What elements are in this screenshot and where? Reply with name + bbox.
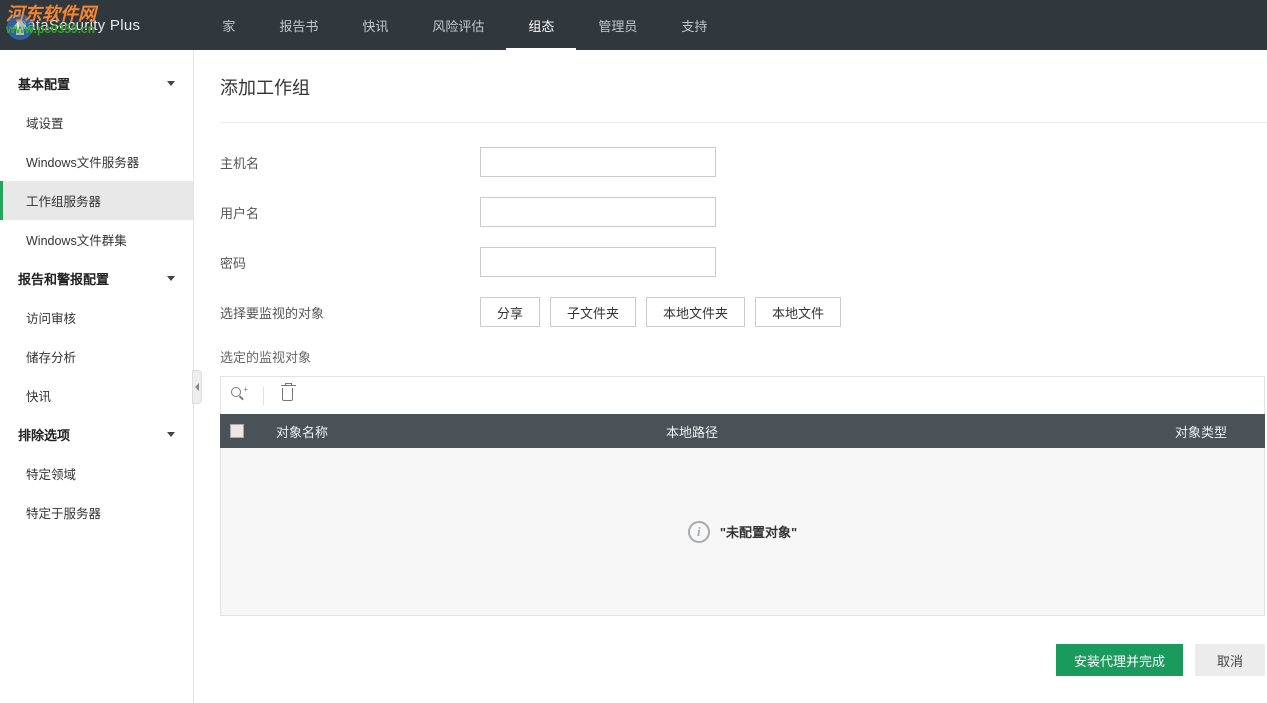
col-object-name: 对象名称 [266, 422, 666, 441]
obj-btn-subfolder[interactable]: 子文件夹 [550, 297, 636, 327]
sidebar-item-storage[interactable]: 储存分析 [0, 337, 193, 376]
divider [263, 387, 264, 405]
username-input[interactable] [480, 197, 716, 227]
sidebar-section-basic[interactable]: 基本配置 [0, 64, 193, 103]
info-icon: i [688, 521, 710, 543]
hostname-input[interactable] [480, 147, 716, 177]
object-type-buttons: 分享 子文件夹 本地文件夹 本地文件 [480, 297, 841, 327]
topbar: 河东软件网 www.pc0359.cn DataSecurity Plus 家 … [0, 0, 1267, 50]
search-add-icon[interactable]: + [231, 387, 245, 404]
sidebar-item-spec-domain[interactable]: 特定领域 [0, 454, 193, 493]
obj-btn-localfolder[interactable]: 本地文件夹 [646, 297, 745, 327]
obj-btn-localfile[interactable]: 本地文件 [755, 297, 841, 327]
username-label: 用户名 [220, 203, 480, 222]
divider [220, 122, 1267, 123]
sidebar-section-label: 排除选项 [18, 425, 70, 444]
page-title: 添加工作组 [220, 74, 1267, 100]
sidebar-section-label: 报告和警报配置 [18, 269, 109, 288]
app-logo: DataSecurity Plus [16, 17, 140, 34]
form-actions: 安装代理并完成 取消 [220, 644, 1265, 676]
selected-objects-label: 选定的监视对象 [220, 347, 1267, 366]
table-header: 对象名称 本地路径 对象类型 [220, 414, 1265, 448]
table-toolbar: + [220, 376, 1265, 414]
chevron-down-icon [167, 432, 175, 437]
cancel-button[interactable]: 取消 [1195, 644, 1265, 676]
col-local-path: 本地路径 [666, 422, 1175, 441]
top-nav: 家 报告书 快讯 风险评估 组态 管理员 支持 [200, 0, 729, 50]
password-label: 密码 [220, 253, 480, 272]
nav-home[interactable]: 家 [200, 0, 257, 50]
table-body: i "未配置对象" [220, 448, 1265, 616]
nav-risk[interactable]: 风险评估 [410, 0, 506, 50]
sidebar-item-alerts[interactable]: 快讯 [0, 376, 193, 415]
sidebar-item-win-cluster[interactable]: Windows文件群集 [0, 220, 193, 259]
sidebar-item-domain[interactable]: 域设置 [0, 103, 193, 142]
main-content: 添加工作组 主机名 用户名 密码 选择要监视的对象 分享 子文件夹 本地文件夹 … [194, 50, 1267, 703]
nav-reports[interactable]: 报告书 [257, 0, 340, 50]
sidebar-item-workgroup[interactable]: 工作组服务器 [0, 181, 193, 220]
select-all-checkbox[interactable] [230, 424, 244, 438]
empty-text: "未配置对象" [720, 522, 797, 541]
sidebar-section-exclude[interactable]: 排除选项 [0, 415, 193, 454]
nav-config[interactable]: 组态 [506, 0, 576, 50]
sidebar-item-access-audit[interactable]: 访问审核 [0, 298, 193, 337]
select-objects-label: 选择要监视的对象 [220, 303, 480, 322]
sidebar-section-label: 基本配置 [18, 74, 70, 93]
install-agent-button[interactable]: 安装代理并完成 [1056, 644, 1183, 676]
sidebar-item-spec-server[interactable]: 特定于服务器 [0, 493, 193, 532]
sidebar: 基本配置 域设置 Windows文件服务器 工作组服务器 Windows文件群集… [0, 50, 194, 703]
sidebar-item-win-fileserver[interactable]: Windows文件服务器 [0, 142, 193, 181]
password-input[interactable] [480, 247, 716, 277]
nav-admin[interactable]: 管理员 [576, 0, 659, 50]
nav-support[interactable]: 支持 [659, 0, 729, 50]
sidebar-collapse-handle[interactable] [192, 370, 202, 404]
empty-state: i "未配置对象" [688, 521, 797, 543]
col-object-type: 对象类型 [1175, 422, 1255, 441]
nav-alerts[interactable]: 快讯 [340, 0, 410, 50]
chevron-down-icon [167, 81, 175, 86]
obj-btn-share[interactable]: 分享 [480, 297, 540, 327]
chevron-down-icon [167, 276, 175, 281]
hostname-label: 主机名 [220, 153, 480, 172]
trash-icon[interactable] [282, 388, 293, 404]
sidebar-section-reports[interactable]: 报告和警报配置 [0, 259, 193, 298]
